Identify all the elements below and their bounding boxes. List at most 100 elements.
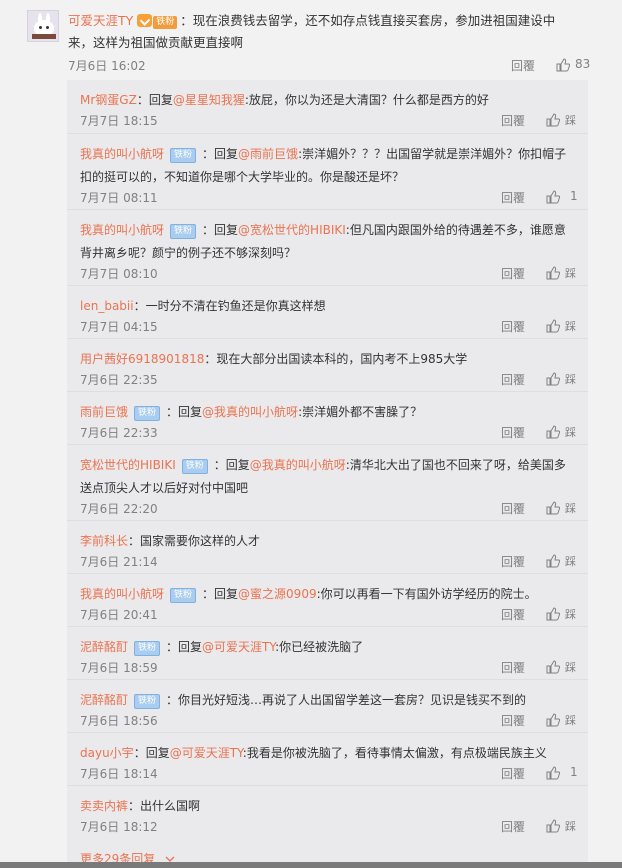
mention-link[interactable]: @星星知我猩 xyxy=(173,93,245,107)
reply-time: 7月6日 18:59 xyxy=(80,661,158,675)
main-username[interactable]: 可爱天涯TY xyxy=(68,13,133,28)
thumb-up-icon xyxy=(546,266,560,280)
thumb-up-icon xyxy=(546,319,560,333)
reply-item: 卖卖内裤：出什么国啊 7月6日 18:12 回覆 踩 xyxy=(67,785,588,839)
reply-button[interactable]: 回覆 xyxy=(501,500,525,517)
dislike-button[interactable]: 踩 xyxy=(565,424,576,440)
avatar-eye xyxy=(46,26,49,29)
reply-username[interactable]: 我真的叫小航呀 xyxy=(80,147,164,161)
reply-button[interactable]: 回覆 xyxy=(501,265,525,282)
reply-button[interactable]: 回覆 xyxy=(501,765,525,782)
reply-body: ：一时分不清在钓鱼还是你真这样想 xyxy=(133,299,326,313)
mention-link[interactable]: @我真的叫小航呀 xyxy=(250,458,346,472)
dislike-button[interactable]: 踩 xyxy=(565,606,576,622)
fan-badge[interactable]: 铁粉 xyxy=(170,224,197,239)
dislike-button[interactable]: 踩 xyxy=(565,553,576,569)
reply-body: :你可以再看一下有国外访学经历的院士。 xyxy=(316,587,537,601)
reply-item: Mr钢蛋GZ：回复@星星知我猩:放屁，你以为还是大清国？什么都是西方的好 7月7日… xyxy=(67,80,588,133)
reply-prefix: ：回复 xyxy=(202,223,239,237)
reply-button[interactable]: 回覆 xyxy=(501,712,525,729)
bottom-bar xyxy=(0,862,622,868)
thumb-up-icon xyxy=(546,607,560,621)
reply-item: 我真的叫小航呀 铁粉 ：回复@蜜之源0909:你可以再看一下有国外访学经历的院士。 7… xyxy=(67,573,588,627)
dislike-button[interactable]: 踩 xyxy=(565,371,576,387)
reply-meta: 7月6日 18:14 回覆 1 xyxy=(80,765,578,783)
dislike-button[interactable]: 踩 xyxy=(565,659,576,675)
main-reply-button[interactable]: 回覆 xyxy=(511,57,535,74)
reply-list: Mr钢蛋GZ：回复@星星知我猩:放屁，你以为还是大清国？什么都是西方的好 7月7日… xyxy=(67,80,588,868)
dislike-button[interactable]: 踩 xyxy=(565,265,576,281)
reply-username[interactable]: 卖卖内裤 xyxy=(80,799,128,813)
reply-button[interactable]: 回覆 xyxy=(501,553,525,570)
dislike-button[interactable]: 踩 xyxy=(565,112,576,128)
reply-text: 宽松世代的HIBIKI 铁粉 ：回复@我真的叫小航呀:清华北大出了国也不回来了呀，给… xyxy=(80,454,572,500)
reply-meta: 7月7日 18:15 回覆 踩 xyxy=(80,112,578,130)
reply-button[interactable]: 回覆 xyxy=(501,606,525,623)
reply-username[interactable]: 我真的叫小航呀 xyxy=(80,223,164,237)
reply-username[interactable]: dayu小宇 xyxy=(80,746,134,760)
fan-badge[interactable]: 铁粉 xyxy=(170,148,197,163)
fan-badge[interactable]: 铁粉 xyxy=(134,694,161,709)
thumb-up-icon xyxy=(546,190,560,204)
reply-username[interactable]: len_babii xyxy=(80,299,134,313)
thumb-up-icon xyxy=(546,372,560,386)
mention-link[interactable]: @宽松世代的HIBIKI xyxy=(238,223,346,237)
reply-username[interactable]: 李前科长 xyxy=(80,534,128,548)
reply-body: :我看是你被洗脑了，看待事情太偏激，有点极端民族主义 xyxy=(242,746,547,760)
verified-icon xyxy=(137,14,153,27)
avatar[interactable] xyxy=(27,10,59,42)
reply-button[interactable]: 回覆 xyxy=(501,818,525,835)
mention-link[interactable]: @蜜之源0909 xyxy=(238,587,317,601)
reply-prefix: ：回复 xyxy=(202,587,239,601)
reply-text: dayu小宇：回复@可爱天涯TY:我看是你被洗脑了，看待事情太偏激，有点极端民族… xyxy=(80,742,572,765)
reply-username[interactable]: 我真的叫小航呀 xyxy=(80,587,164,601)
reply-username[interactable]: 雨前巨饿 xyxy=(80,405,128,419)
dislike-button[interactable]: 踩 xyxy=(565,818,576,834)
mention-link[interactable]: @我真的叫小航呀 xyxy=(202,405,298,419)
thumb-up-icon xyxy=(546,819,560,833)
reply-time: 7月6日 22:20 xyxy=(80,502,158,516)
main-like-count: 83 xyxy=(575,57,591,71)
thumb-up-icon xyxy=(556,58,570,72)
reply-meta: 7月6日 22:20 回覆 踩 xyxy=(80,500,578,518)
reply-item: dayu小宇：回复@可爱天涯TY:我看是你被洗脑了，看待事情太偏激，有点极端民族… xyxy=(67,732,588,786)
reply-time: 7月6日 18:56 xyxy=(80,714,158,728)
mention-link[interactable]: @可爱天涯TY xyxy=(202,640,275,654)
reply-meta: 7月7日 04:15 回覆 踩 xyxy=(80,318,578,336)
reply-username[interactable]: 泥醉酩酊 xyxy=(80,640,128,654)
reply-item: 泥醉酩酊 铁粉 ：你目光好短浅…再说了人出国留学差这一套房？见识是钱买不到的 7月6日… xyxy=(67,679,588,733)
fan-badge[interactable]: 铁粉 xyxy=(170,588,197,603)
reply-username[interactable]: Mr钢蛋GZ xyxy=(80,93,137,107)
dislike-button[interactable]: 踩 xyxy=(565,712,576,728)
reply-time: 7月7日 08:11 xyxy=(80,191,158,205)
reply-body: :崇洋媚外都不害臊了？ xyxy=(298,405,423,419)
fan-badge[interactable]: 铁粉 xyxy=(181,459,208,474)
fan-badge[interactable]: 铁粉 xyxy=(134,406,161,421)
reply-button[interactable]: 回覆 xyxy=(501,371,525,388)
reply-button[interactable]: 回覆 xyxy=(501,112,525,129)
mention-link[interactable]: @雨前巨饿 xyxy=(238,147,298,161)
reply-text: len_babii：一时分不清在钓鱼还是你真这样想 xyxy=(80,295,572,318)
reply-button[interactable]: 回覆 xyxy=(501,659,525,676)
reply-body: ：你目光好短浅…再说了人出国留学差这一套房？见识是钱买不到的 xyxy=(166,693,527,707)
reply-button[interactable]: 回覆 xyxy=(501,189,525,206)
reply-button[interactable]: 回覆 xyxy=(501,424,525,441)
fan-badge[interactable]: 铁粉 xyxy=(134,641,161,656)
dislike-button[interactable]: 踩 xyxy=(565,500,576,516)
avatar-bar xyxy=(32,34,56,39)
reply-prefix: ：回复 xyxy=(133,746,170,760)
like-count: 1 xyxy=(570,765,578,779)
reply-time: 7月6日 22:33 xyxy=(80,426,158,440)
reply-button[interactable]: 回覆 xyxy=(501,318,525,335)
reply-text: 李前科长：国家需要你这样的人才 xyxy=(80,530,572,553)
reply-prefix: ：回复 xyxy=(166,405,203,419)
reply-username[interactable]: 用户茜好6918901818 xyxy=(80,352,204,366)
dislike-button[interactable]: 踩 xyxy=(565,318,576,334)
reply-meta: 7月6日 18:12 回覆 踩 xyxy=(80,818,578,836)
reply-username[interactable]: 泥醉酩酊 xyxy=(80,693,128,707)
reply-prefix: ：回复 xyxy=(166,640,203,654)
reply-item: len_babii：一时分不清在钓鱼还是你真这样想 7月7日 04:15 回覆 踩 xyxy=(67,285,588,339)
fan-badge[interactable]: 铁粉 xyxy=(153,16,178,29)
mention-link[interactable]: @可爱天涯TY xyxy=(170,746,243,760)
reply-username[interactable]: 宽松世代的HIBIKI xyxy=(80,458,176,472)
